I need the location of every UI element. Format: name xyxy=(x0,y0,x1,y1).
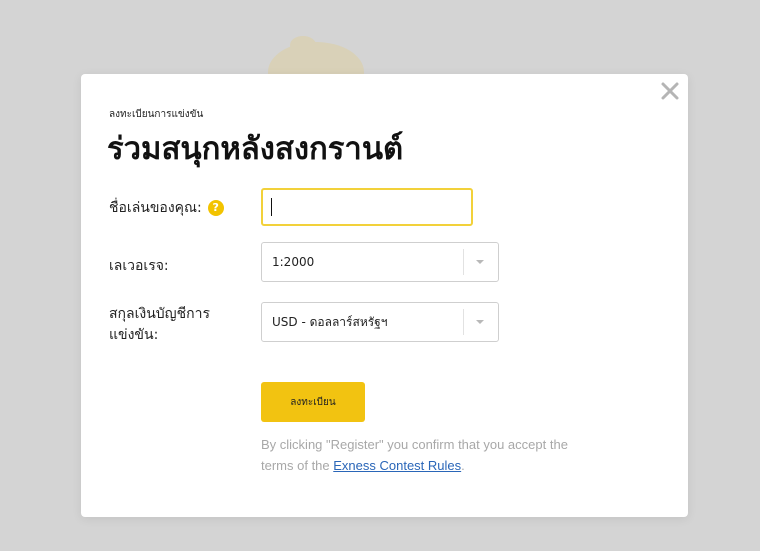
modal-title: ร่วมสนุกหลังสงกรานต์ xyxy=(107,131,404,167)
chevron-down-icon xyxy=(476,260,484,264)
contest-rules-link[interactable]: Exness Contest Rules xyxy=(333,458,461,473)
select-divider xyxy=(463,309,464,335)
nickname-label: ชื่อเล่นของคุณ: xyxy=(109,200,202,216)
nickname-input[interactable] xyxy=(261,188,473,226)
close-button[interactable] xyxy=(658,79,682,103)
leverage-value: 1:2000 xyxy=(272,255,315,269)
register-button[interactable]: ลงทะเบียน xyxy=(261,382,365,422)
chevron-down-icon xyxy=(476,320,484,324)
terms-suffix: . xyxy=(461,458,465,473)
currency-label: สกุลเงินบัญชีการแข่งขัน: xyxy=(109,306,210,343)
nickname-label-row: ชื่อเล่นของคุณ:? xyxy=(109,198,224,218)
currency-select[interactable]: USD - ดอลลาร์สหรัฐฯ xyxy=(261,302,499,342)
currency-value: USD - ดอลลาร์สหรัฐฯ xyxy=(272,315,388,329)
help-icon[interactable]: ? xyxy=(207,200,224,216)
modal-subtitle: ลงทะเบียนการแข่งขัน xyxy=(109,109,204,120)
leverage-select[interactable]: 1:2000 xyxy=(261,242,499,282)
text-cursor xyxy=(271,198,272,216)
leverage-label: เลเวอเรจ: xyxy=(109,258,169,274)
terms-notice: By clicking "Register" you confirm that … xyxy=(261,434,591,476)
registration-modal: ลงทะเบียนการแข่งขัน ร่วมสนุกหลังสงกรานต์… xyxy=(81,74,688,517)
close-icon xyxy=(661,82,679,100)
select-divider xyxy=(463,249,464,275)
